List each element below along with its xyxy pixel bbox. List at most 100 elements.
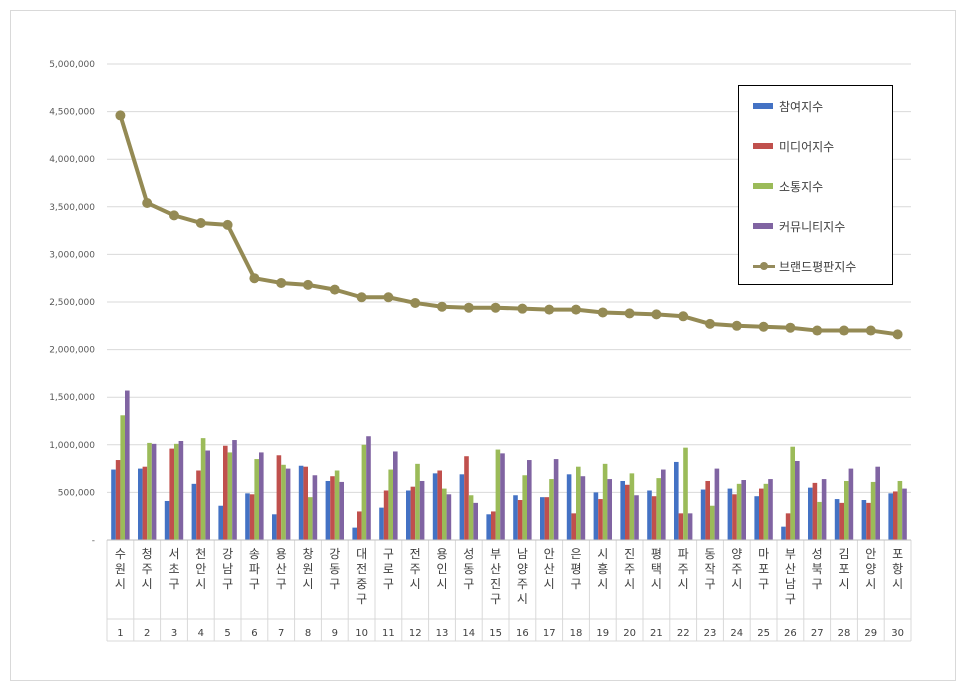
y-tick-label: 3,500,000: [49, 203, 95, 213]
bar: [580, 476, 586, 540]
bar: [754, 496, 759, 540]
brand-reputation-point: [651, 309, 662, 320]
bar: [656, 478, 661, 540]
bar: [727, 488, 733, 540]
brand-reputation-point: [329, 284, 340, 295]
y-tick-label: 1,500,000: [49, 393, 95, 403]
bar: [174, 443, 179, 540]
bar: [687, 513, 693, 540]
bar: [205, 450, 210, 540]
bar: [223, 445, 228, 540]
bar: [620, 480, 625, 540]
bar: [459, 474, 465, 540]
brand-reputation-point: [463, 302, 474, 313]
bar: [437, 470, 442, 540]
bar: [308, 497, 313, 540]
rank-label: 9: [332, 628, 338, 639]
brand-reputation-point: [705, 318, 715, 329]
bar: [897, 480, 903, 540]
legend-item-communication: 소통지수: [753, 176, 823, 196]
x-tick-label: 강동구: [329, 547, 340, 591]
bar: [473, 502, 478, 540]
x-tick-label: 용산구: [276, 547, 287, 591]
bar: [259, 452, 264, 540]
legend-item-participation: 참여지수: [753, 96, 823, 116]
bar: [576, 466, 581, 540]
bar: [759, 488, 764, 540]
brand-reputation-point: [169, 210, 179, 221]
brand-reputation-point: [356, 292, 367, 303]
x-tick-label: 수원시: [115, 547, 126, 591]
x-tick-label: 천안시: [195, 546, 206, 591]
x-tick-label: 파주시: [678, 547, 689, 591]
rank-label: 23: [704, 628, 717, 639]
bar: [602, 463, 608, 540]
brand-reputation-point: [839, 325, 849, 336]
bar: [468, 495, 474, 540]
y-tick-label: 3,000,000: [49, 250, 95, 260]
y-tick-label: 4,000,000: [49, 155, 95, 165]
bar: [325, 480, 331, 540]
bar: [415, 463, 420, 540]
bar: [352, 527, 357, 540]
legend-label-community: 커뮤니티지수: [779, 219, 846, 234]
bar: [598, 499, 603, 540]
legend-swatch-community: [753, 223, 773, 229]
rank-label: 8: [305, 628, 311, 639]
bar: [232, 440, 237, 540]
bar: [254, 459, 259, 540]
bar: [714, 468, 720, 540]
bar: [540, 497, 545, 540]
rank-label: 11: [382, 628, 395, 639]
x-tick-label: 창원시: [302, 547, 313, 591]
bar: [272, 514, 277, 540]
brand-reputation-point: [865, 325, 876, 336]
x-tick-label: 전주시: [410, 547, 421, 591]
y-tick-label: 5,000,000: [49, 60, 95, 70]
chart-legend: 참여지수 미디어지수 소통지수 커뮤니티지수 브랜드평판지수: [738, 85, 893, 285]
rank-label: 6: [251, 628, 257, 639]
bar: [147, 442, 152, 540]
brand-reputation-point: [731, 320, 742, 331]
brand-reputation-point: [544, 304, 555, 315]
bar: [834, 499, 840, 540]
y-tick-label: 500,000: [58, 488, 95, 498]
bar: [888, 493, 893, 540]
bar: [710, 505, 715, 540]
x-tick-label: 성북구: [812, 547, 823, 591]
bar: [683, 447, 688, 540]
bar: [383, 490, 389, 540]
bar: [486, 514, 491, 540]
bar: [571, 513, 576, 540]
bar: [593, 492, 599, 540]
rank-label: 16: [516, 628, 529, 639]
rank-label: 18: [570, 628, 583, 639]
bar: [178, 440, 184, 540]
bar: [191, 483, 197, 540]
bar: [432, 473, 438, 540]
bar: [785, 513, 791, 540]
bar: [125, 390, 130, 540]
x-tick-label: 동작구: [704, 547, 715, 591]
bar: [875, 466, 880, 540]
bar: [169, 448, 174, 540]
bar: [151, 443, 157, 540]
bar: [245, 493, 250, 540]
legend-line-marker-brand-reputation: [753, 261, 775, 271]
bar: [500, 453, 505, 540]
bar: [661, 469, 666, 540]
legend-swatch-media: [753, 143, 773, 149]
bar: [419, 480, 425, 540]
bar: [848, 468, 854, 540]
bar: [705, 480, 710, 540]
rank-label: 19: [596, 628, 609, 639]
bar: [553, 459, 559, 540]
bar: [406, 490, 411, 540]
rank-label: 7: [278, 628, 284, 639]
bar: [196, 470, 201, 540]
bar: [549, 479, 554, 540]
rank-label: 24: [730, 628, 743, 639]
bar: [249, 494, 255, 540]
x-tick-label: 김포시: [838, 547, 849, 591]
rank-label: 20: [623, 628, 636, 639]
